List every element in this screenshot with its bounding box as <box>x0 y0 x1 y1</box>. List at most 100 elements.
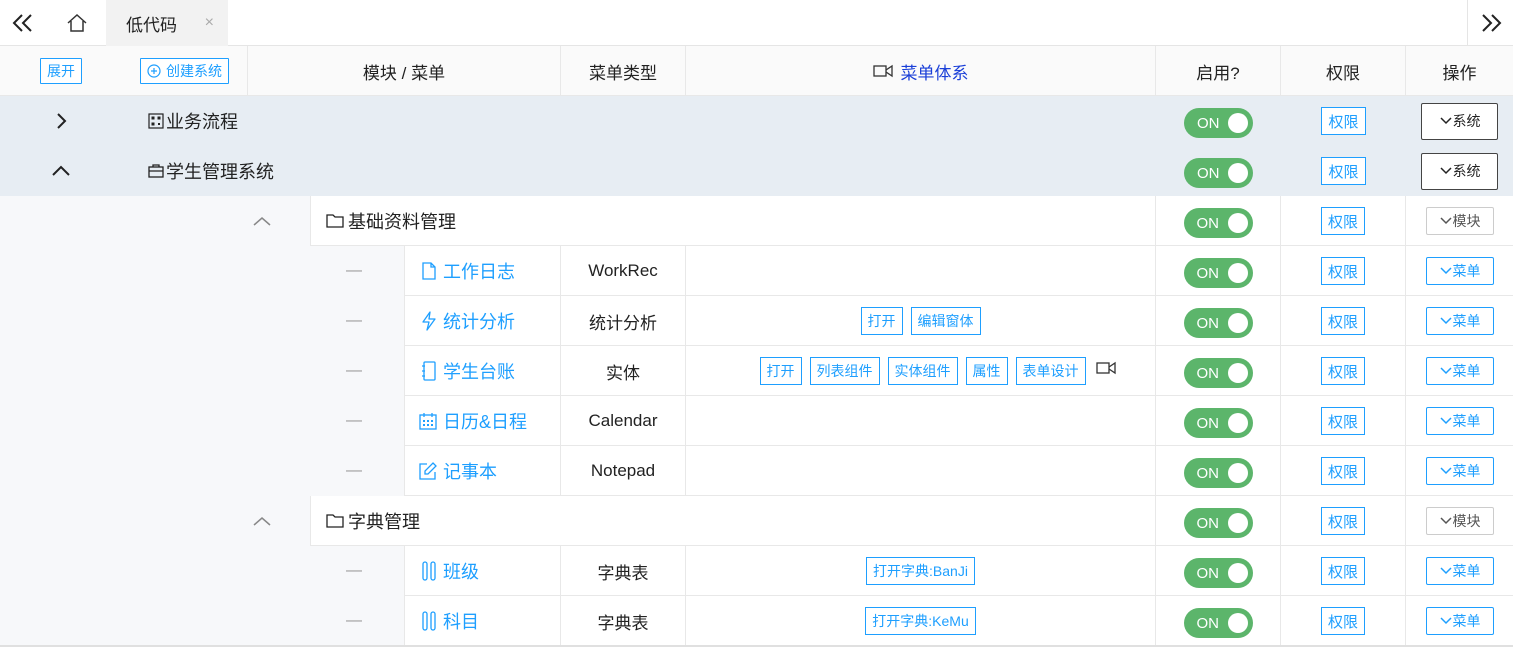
menu-action-dropdown[interactable]: 菜单 <box>1425 407 1494 435</box>
action-cell: 系统 <box>1406 146 1513 196</box>
menu-dash: — <box>346 562 362 579</box>
enabled-toggle[interactable]: ON <box>1184 158 1253 188</box>
enabled-toggle[interactable]: ON <box>1183 558 1253 588</box>
scroll-tabs-right-button[interactable] <box>1467 0 1513 46</box>
permission-button[interactable]: 权限 <box>1320 557 1365 585</box>
menu-action-dropdown[interactable]: 菜单 <box>1425 307 1494 335</box>
table-row-module: 基础资料管理 ON 权限 模块 <box>0 196 1513 246</box>
table-header: 展开 创建系统 模块 / 菜单 菜单类型 菜单体系 启用? 权限 操作 <box>0 46 1513 96</box>
home-tab[interactable] <box>52 0 102 46</box>
menu-tag-button[interactable]: 打开字典:BanJi <box>866 557 975 585</box>
columns-icon <box>422 561 436 581</box>
chevron-up-icon[interactable] <box>51 165 71 177</box>
menu-tag-button[interactable]: 列表组件 <box>809 357 880 385</box>
menu-tag-button[interactable]: 属性 <box>965 357 1008 385</box>
menu-system-cell: 打开字典:KeMu <box>686 596 1156 646</box>
system-action-dropdown[interactable]: 系统 <box>1421 102 1498 140</box>
menu-link[interactable]: 学生台账 <box>421 358 515 384</box>
menu-system-cell: 打开 列表组件 实体组件 属性 表单设计 <box>686 346 1156 396</box>
enabled-toggle[interactable]: ON <box>1183 458 1253 488</box>
permission-button[interactable]: 权限 <box>1320 457 1365 485</box>
system-action-dropdown[interactable]: 系统 <box>1421 152 1498 190</box>
menu-link[interactable]: 日历&日程 <box>419 408 527 434</box>
toggle-knob <box>1227 263 1248 283</box>
menu-tag-button[interactable]: 表单设计 <box>1015 357 1086 385</box>
enabled-toggle[interactable]: ON <box>1183 308 1253 338</box>
menu-tag-button[interactable]: 实体组件 <box>887 357 958 385</box>
permission-button[interactable]: 权限 <box>1320 607 1365 635</box>
enabled-toggle[interactable]: ON <box>1183 508 1253 538</box>
create-system-button[interactable]: 创建系统 <box>140 58 229 84</box>
menu-action-dropdown[interactable]: 菜单 <box>1425 557 1494 585</box>
permission-button[interactable]: 权限 <box>1320 257 1365 285</box>
chevron-down-icon <box>1439 467 1452 475</box>
menu-action-dropdown[interactable]: 菜单 <box>1425 257 1494 285</box>
module-name: 基础资料管理 <box>348 212 456 232</box>
video-icon[interactable] <box>1095 361 1116 375</box>
action-cell: 菜单 <box>1406 546 1513 596</box>
permission-button[interactable]: 权限 <box>1320 207 1365 235</box>
module-action-dropdown[interactable]: 模块 <box>1425 507 1494 535</box>
menu-link[interactable]: 工作日志 <box>421 258 515 284</box>
tab-close-icon[interactable]: × <box>205 13 214 33</box>
menu-system-link[interactable]: 菜单体系 <box>901 59 969 84</box>
menu-tag-button[interactable]: 打开字典:KeMu <box>865 607 976 635</box>
menu-name: 班级 <box>443 562 479 582</box>
menu-tag-button[interactable]: 打开 <box>759 357 802 385</box>
edit-icon <box>419 462 437 480</box>
permission-button[interactable]: 权限 <box>1321 157 1366 185</box>
permission-button[interactable]: 权限 <box>1320 307 1365 335</box>
enabled-toggle[interactable]: ON <box>1183 208 1253 238</box>
enabled-cell: ON <box>1156 446 1281 496</box>
menu-indent-cell: — <box>0 296 405 346</box>
menu-name: 学生台账 <box>443 362 515 382</box>
menu-system-cell: 打开 编辑窗体 <box>686 296 1156 346</box>
menu-system-cell <box>686 396 1156 446</box>
menu-action-label: 菜单 <box>1452 613 1481 629</box>
permission-cell: 权限 <box>1281 546 1406 596</box>
action-cell: 模块 <box>1406 496 1513 546</box>
create-system-label: 创建系统 <box>166 63 222 79</box>
enabled-toggle[interactable]: ON <box>1183 608 1253 638</box>
permission-button[interactable]: 权限 <box>1320 507 1365 535</box>
menu-link[interactable]: 科目 <box>421 608 479 634</box>
menu-link[interactable]: 记事本 <box>419 458 497 484</box>
toggle-knob <box>1227 513 1248 533</box>
system-name: 学生管理系统 <box>166 162 274 182</box>
permission-button[interactable]: 权限 <box>1320 407 1365 435</box>
menu-link[interactable]: 班级 <box>421 558 479 584</box>
menu-action-label: 菜单 <box>1452 413 1481 429</box>
menu-action-dropdown[interactable]: 菜单 <box>1425 607 1494 635</box>
module-name-cell: 字典管理 <box>311 496 1156 546</box>
chevron-up-icon[interactable] <box>252 215 272 227</box>
menu-action-dropdown[interactable]: 菜单 <box>1425 357 1494 385</box>
module-action-dropdown[interactable]: 模块 <box>1425 207 1494 235</box>
scroll-tabs-left-button[interactable] <box>0 0 46 46</box>
enabled-toggle[interactable]: ON <box>1184 108 1253 138</box>
enabled-toggle[interactable]: ON <box>1183 358 1253 388</box>
toggle-label: ON <box>1197 164 1220 182</box>
double-chevron-left-icon <box>12 14 32 32</box>
column-header-menu-system[interactable]: 菜单体系 <box>686 46 1156 96</box>
tab-lowcode[interactable]: 低代码 × <box>106 0 228 46</box>
toggle-label: ON <box>1196 614 1220 632</box>
permission-button[interactable]: 权限 <box>1321 107 1366 135</box>
menu-tag-button[interactable]: 打开 <box>860 307 903 335</box>
table-row-menu: — 记事本 Notepad ON 权限 菜单 <box>0 446 1513 496</box>
menu-action-dropdown[interactable]: 菜单 <box>1425 457 1494 485</box>
module-indent-cell <box>0 196 311 246</box>
menu-system-cell <box>686 246 1156 296</box>
chevron-right-icon[interactable] <box>55 112 67 130</box>
table-row-menu: — 统计分析 统计分析 打开 编辑窗体 ON 权限 菜单 <box>0 296 1513 346</box>
system-action-label: 系统 <box>1452 113 1481 129</box>
menu-link[interactable]: 统计分析 <box>421 308 515 334</box>
chevron-up-icon[interactable] <box>252 515 272 527</box>
enabled-toggle[interactable]: ON <box>1183 258 1253 288</box>
expand-button[interactable]: 展开 <box>40 58 82 84</box>
plus-circle-icon <box>147 64 161 78</box>
permission-button[interactable]: 权限 <box>1320 357 1365 385</box>
chevron-down-icon <box>1439 567 1452 575</box>
enabled-toggle[interactable]: ON <box>1183 408 1253 438</box>
menu-tag-button[interactable]: 编辑窗体 <box>910 307 981 335</box>
permission-cell: 权限 <box>1281 596 1406 646</box>
